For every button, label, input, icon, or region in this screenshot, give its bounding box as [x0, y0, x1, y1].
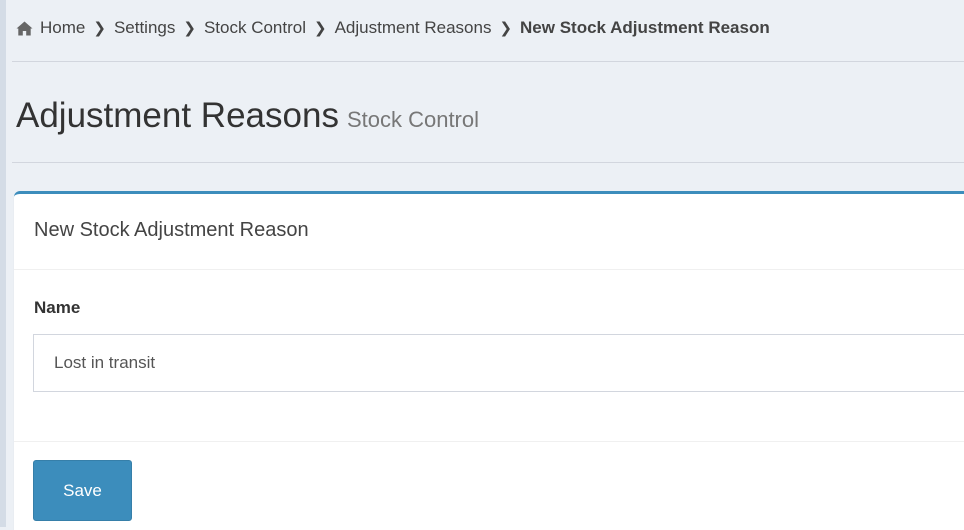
header-divider: [12, 162, 964, 163]
breadcrumb-current: New Stock Adjustment Reason: [520, 18, 770, 37]
page-title: Adjustment Reasons Stock Control: [16, 96, 479, 136]
breadcrumb-divider: [12, 61, 964, 62]
name-field[interactable]: [33, 334, 964, 392]
form-box: New Stock Adjustment Reason Name Save: [14, 191, 964, 530]
chevron-right-icon: ❯: [93, 20, 106, 37]
save-button[interactable]: Save: [33, 460, 132, 521]
form-box-title: New Stock Adjustment Reason: [34, 219, 309, 241]
chevron-right-icon: ❯: [183, 20, 196, 37]
breadcrumb-home-label: Home: [40, 18, 86, 37]
page-subtitle: Stock Control: [346, 107, 480, 132]
chevron-right-icon: ❯: [314, 20, 327, 37]
chevron-right-icon: ❯: [499, 20, 513, 37]
breadcrumb: Home ❯ Settings ❯ Stock Control ❯ Adjust…: [16, 18, 770, 38]
home-icon: [16, 21, 33, 35]
page-title-main: Adjustment Reasons: [16, 96, 339, 135]
form-box-header-divider: [14, 269, 964, 270]
form-box-footer-divider: [14, 441, 964, 442]
breadcrumb-stock-control[interactable]: Stock Control: [204, 18, 306, 38]
breadcrumb-adjustment-reasons[interactable]: Adjustment Reasons: [335, 18, 492, 38]
breadcrumb-settings[interactable]: Settings: [114, 18, 175, 38]
name-field-label: Name: [34, 298, 81, 317]
breadcrumb-home[interactable]: Home: [16, 18, 85, 38]
page-left-edge: [0, 0, 6, 527]
